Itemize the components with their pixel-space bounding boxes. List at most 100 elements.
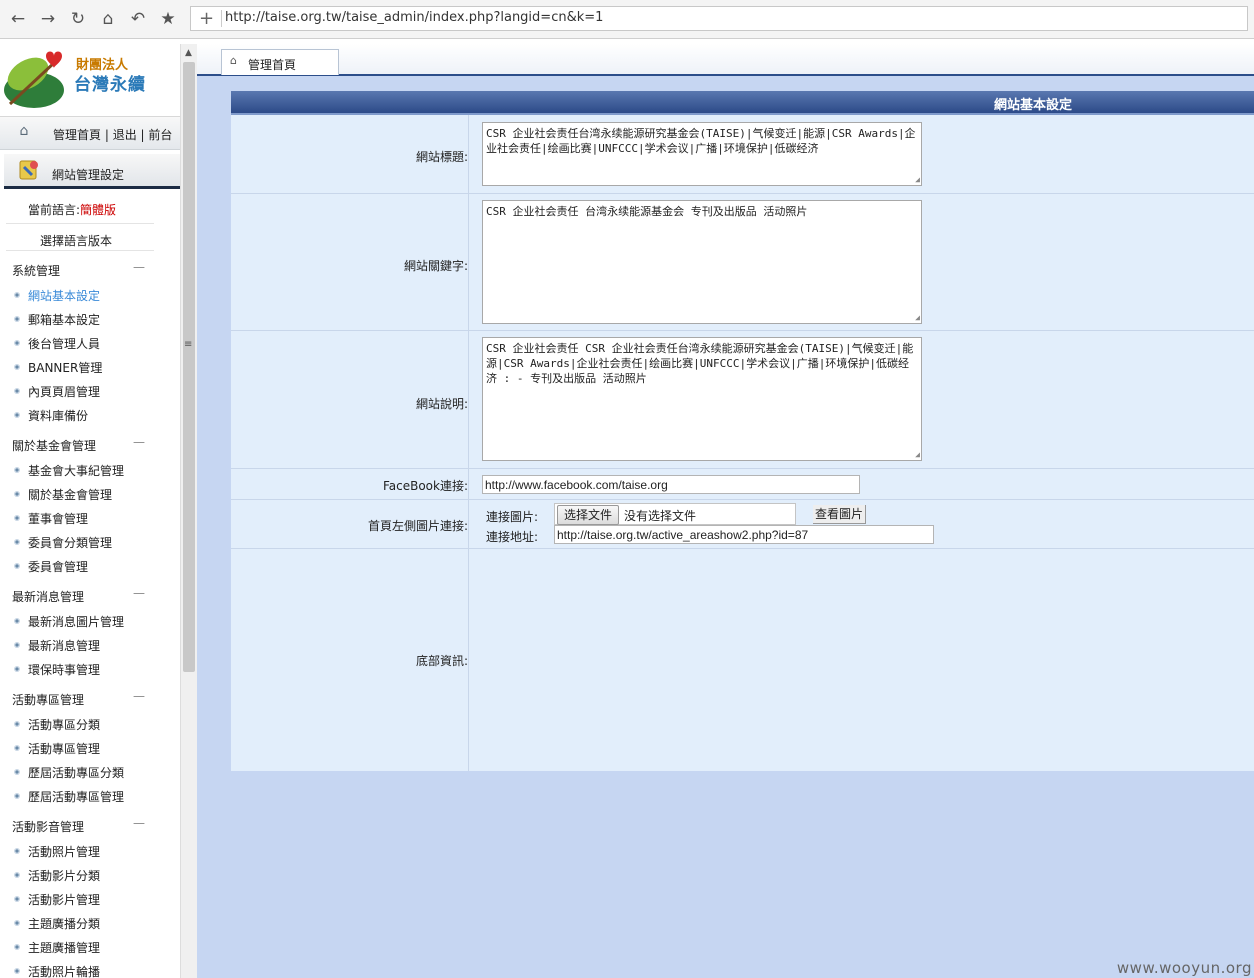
browser-toolbar: ← → ↻ ⌂ ↶ ★ + http://taise.org.tw/taise_… bbox=[0, 0, 1254, 39]
menu-item-label: 活動照片輪播 bbox=[28, 965, 101, 978]
bullet-icon bbox=[14, 514, 20, 521]
url-text[interactable]: http://taise.org.tw/taise_admin/index.ph… bbox=[225, 10, 603, 25]
scroll-up-icon[interactable]: ▲ bbox=[185, 48, 192, 58]
bullet-icon bbox=[14, 895, 20, 902]
menu-item-label: 後台管理人員 bbox=[28, 337, 101, 351]
menu-item-label: 關於基金會管理 bbox=[28, 488, 113, 502]
menu-item[interactable]: 活動專區分類 bbox=[14, 716, 100, 733]
site-description-row: 網站說明: CSR 企业社会责任 CSR 企业社会责任台湾永续能源研究基金会(T… bbox=[231, 331, 1254, 469]
menu-item[interactable]: 董事會管理 bbox=[14, 510, 88, 527]
menu-item[interactable]: 活動照片管理 bbox=[14, 843, 100, 860]
section-title: 網站管理設定 bbox=[52, 168, 125, 182]
select-language-link[interactable]: 選擇語言版本 bbox=[40, 232, 112, 249]
menu-item-label: 內頁頁眉管理 bbox=[28, 385, 101, 399]
menu-item-label: 最新消息管理 bbox=[28, 639, 101, 653]
resize-grip-icon[interactable]: ≡ bbox=[184, 339, 192, 350]
bullet-icon bbox=[14, 768, 20, 775]
back-icon[interactable]: ← bbox=[7, 8, 29, 30]
menu-item-label: 活動影片管理 bbox=[28, 893, 101, 907]
collapse-icon[interactable]: — bbox=[133, 435, 145, 449]
menu-item[interactable]: 基金會大事紀管理 bbox=[14, 462, 124, 479]
current-language-value: 簡體版 bbox=[80, 203, 117, 217]
logo-emblem-icon bbox=[4, 51, 64, 108]
menu-group-title[interactable]: 關於基金會管理 bbox=[12, 437, 96, 454]
menu-item[interactable]: 歷屆活動專區管理 bbox=[14, 788, 124, 805]
undo-icon[interactable]: ↶ bbox=[127, 8, 149, 30]
menu-item[interactable]: 主題廣播管理 bbox=[14, 939, 100, 956]
collapse-icon[interactable]: — bbox=[133, 586, 145, 600]
top-links-bar: ⌂ 管理首頁 | 退出 | 前台 bbox=[0, 116, 180, 150]
menu-item[interactable]: 活動照片輪播 bbox=[14, 963, 100, 978]
menu-item[interactable]: 內頁頁眉管理 bbox=[14, 383, 100, 400]
bullet-icon bbox=[14, 871, 20, 878]
address-bar[interactable]: + http://taise.org.tw/taise_admin/index.… bbox=[190, 6, 1248, 31]
home-icon[interactable]: ⌂ bbox=[97, 8, 119, 30]
bullet-icon bbox=[14, 943, 20, 950]
menu-item[interactable]: 委員會分類管理 bbox=[14, 534, 112, 551]
menu-item[interactable]: 歷屆活動專區分類 bbox=[14, 764, 124, 781]
front-link[interactable]: 前台 bbox=[148, 128, 172, 142]
menu-item[interactable]: 網站基本設定 bbox=[14, 287, 100, 304]
house-icon[interactable]: ⌂ bbox=[8, 123, 40, 143]
menu-group-title[interactable]: 最新消息管理 bbox=[12, 588, 84, 605]
menu-item-label: 環保時事管理 bbox=[28, 663, 101, 677]
admin-home-link[interactable]: 管理首頁 bbox=[53, 128, 101, 142]
choose-file-button[interactable]: 选择文件 bbox=[557, 505, 620, 525]
menu-item[interactable]: 環保時事管理 bbox=[14, 661, 100, 678]
collapse-icon[interactable]: — bbox=[133, 816, 145, 830]
footer-info-label: 底部資訊: bbox=[415, 654, 468, 668]
menu-item[interactable]: BANNER管理 bbox=[14, 359, 102, 376]
plus-icon[interactable]: + bbox=[199, 8, 214, 29]
column-divider bbox=[468, 194, 469, 330]
tab-admin-home[interactable]: ⌂ 管理首頁 bbox=[221, 49, 339, 75]
menu-group-title[interactable]: 活動專區管理 bbox=[12, 691, 84, 708]
panel-header: 網站基本設定 bbox=[231, 91, 1254, 115]
menu-item-label: 活動影片分類 bbox=[28, 869, 101, 883]
menu-item[interactable]: 郵箱基本設定 bbox=[14, 311, 100, 328]
menu-item[interactable]: 後台管理人員 bbox=[14, 335, 100, 352]
collapse-icon[interactable]: — bbox=[133, 689, 145, 703]
reload-icon[interactable]: ↻ bbox=[67, 8, 89, 30]
menu-item-label: 活動照片管理 bbox=[28, 845, 101, 859]
column-divider bbox=[468, 115, 469, 193]
logout-link[interactable]: 退出 bbox=[113, 128, 137, 142]
left-image-row: 首頁左側圖片連接: 連接圖片: 选择文件 没有选择文件 查看圖片 連接地址: h… bbox=[231, 500, 1254, 549]
menu-item[interactable]: 活動專區管理 bbox=[14, 740, 100, 757]
menu-item[interactable]: 活動影片分類 bbox=[14, 867, 100, 884]
menu-item[interactable]: 最新消息圖片管理 bbox=[14, 613, 124, 630]
star-icon[interactable]: ★ bbox=[157, 8, 179, 30]
left-image-label: 首頁左側圖片連接: bbox=[367, 519, 468, 533]
menu-item[interactable]: 活動影片管理 bbox=[14, 891, 100, 908]
menu-group-title[interactable]: 系統管理 bbox=[12, 262, 60, 279]
site-keywords-textarea[interactable]: CSR 企业社会责任 台湾永续能源基金会 专刊及出版品 活动照片 ◢ bbox=[482, 200, 922, 324]
menu-item-label: 主題廣播管理 bbox=[28, 941, 101, 955]
site-title-textarea[interactable]: CSR 企业社会责任台湾永续能源研究基金会(TAISE)|气候变迁|能源|CSR… bbox=[482, 122, 922, 186]
resize-grip-icon[interactable]: ◢ bbox=[915, 314, 920, 322]
facebook-url-input[interactable]: http://www.facebook.com/taise.org bbox=[482, 475, 860, 494]
collapse-icon[interactable]: — bbox=[133, 260, 145, 274]
scrollbar-thumb[interactable] bbox=[183, 62, 195, 672]
bullet-icon bbox=[14, 617, 20, 624]
menu-item[interactable]: 委員會管理 bbox=[14, 558, 88, 575]
view-image-button[interactable]: 查看圖片 bbox=[813, 505, 867, 524]
menu-item[interactable]: 關於基金會管理 bbox=[14, 486, 112, 503]
site-title-value: CSR 企业社会责任台湾永续能源研究基金会(TAISE)|气候变迁|能源|CSR… bbox=[486, 127, 916, 155]
site-title-label: 網站標題: bbox=[415, 150, 468, 164]
settings-panel: 網站基本設定 網站標題: CSR 企业社会责任台湾永续能源研究基金会(TAISE… bbox=[231, 91, 1254, 771]
menu-item[interactable]: 主題廣播分類 bbox=[14, 915, 100, 932]
menu-item[interactable]: 資料庫備份 bbox=[14, 407, 88, 424]
link-url-input[interactable]: http://taise.org.tw/active_areashow2.php… bbox=[554, 525, 934, 544]
resize-grip-icon[interactable]: ◢ bbox=[915, 176, 920, 184]
menu-item-label: 歷屆活動專區分類 bbox=[28, 766, 125, 780]
bullet-icon bbox=[14, 919, 20, 926]
bullet-icon bbox=[14, 847, 20, 854]
menu-group-title[interactable]: 活動影音管理 bbox=[12, 818, 84, 835]
menu-item-label: 資料庫備份 bbox=[28, 409, 89, 423]
resize-grip-icon[interactable]: ◢ bbox=[915, 451, 920, 459]
menu-item[interactable]: 最新消息管理 bbox=[14, 637, 100, 654]
forward-icon[interactable]: → bbox=[37, 8, 59, 30]
footer-info-editor[interactable] bbox=[469, 549, 1254, 771]
menu-item-label: 網站基本設定 bbox=[28, 289, 101, 303]
sidebar-scrollbar[interactable]: ▲ ≡ bbox=[180, 44, 198, 978]
site-description-textarea[interactable]: CSR 企业社会责任 CSR 企业社会责任台湾永续能源研究基金会(TAISE)|… bbox=[482, 337, 922, 461]
